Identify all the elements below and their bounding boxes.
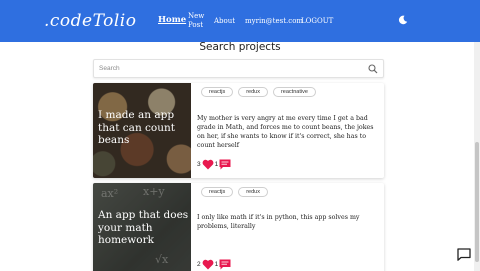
tag-chip[interactable]: redux	[238, 87, 268, 97]
logo[interactable]: .codeTolio	[44, 11, 136, 31]
page-title: Search projects	[199, 41, 281, 53]
project-title[interactable]: An app that does your math homework	[98, 209, 190, 247]
comment-count: 1	[214, 261, 219, 268]
tag-list: reactjs redux	[201, 187, 268, 197]
nav-about-link[interactable]: About	[214, 17, 235, 26]
scrollbar-thumb[interactable]	[475, 142, 479, 262]
nav-home-link[interactable]: Home	[158, 16, 186, 25]
tag-chip[interactable]: reactjs	[201, 187, 234, 197]
navbar: .codeTolio Home New Post About myrin@tes…	[0, 0, 480, 42]
nav-new-post-label-line1: New	[188, 12, 205, 20]
heart-icon[interactable]	[202, 259, 214, 270]
search-input[interactable]: Search	[93, 59, 384, 78]
chat-icon[interactable]	[457, 248, 471, 261]
project-description: My mother is very angry at me every time…	[197, 115, 374, 149]
project-card[interactable]: I made an app that can count beans react…	[93, 83, 384, 178]
project-thumbnail[interactable]: ax² x+y √x An app that does your math ho…	[93, 183, 191, 271]
tag-chip[interactable]: reactnative	[272, 87, 316, 97]
comment-icon[interactable]	[219, 259, 231, 270]
search-placeholder: Search	[99, 65, 120, 72]
project-title[interactable]: I made an app that can count beans	[98, 109, 190, 147]
comment-icon[interactable]	[219, 159, 231, 170]
tag-chip[interactable]: reactjs	[201, 87, 234, 97]
project-description: I only like math if it's in python, this…	[197, 214, 360, 230]
like-count: 2	[197, 261, 201, 268]
like-count: 3	[197, 161, 201, 168]
page-scrollbar[interactable]	[474, 42, 480, 271]
tag-chip[interactable]: redux	[238, 187, 268, 197]
nav-logout-link[interactable]: LOGOUT	[301, 17, 333, 26]
nav-user-email-link[interactable]: myrin@test.com	[245, 17, 303, 26]
project-stats: 2 1	[197, 259, 231, 270]
comment-count: 1	[214, 161, 219, 168]
search-icon[interactable]	[368, 64, 378, 74]
tag-list: reactjs redux reactnative	[201, 87, 316, 97]
nav-new-post-link[interactable]: New Post	[188, 12, 208, 30]
project-card[interactable]: ax² x+y √x An app that does your math ho…	[93, 183, 384, 271]
project-stats: 3 1	[197, 159, 231, 170]
heart-icon[interactable]	[202, 159, 214, 170]
project-thumbnail[interactable]: I made an app that can count beans	[93, 83, 191, 178]
nav-new-post-label-line2: Post	[188, 21, 204, 29]
moon-icon[interactable]	[398, 15, 408, 25]
